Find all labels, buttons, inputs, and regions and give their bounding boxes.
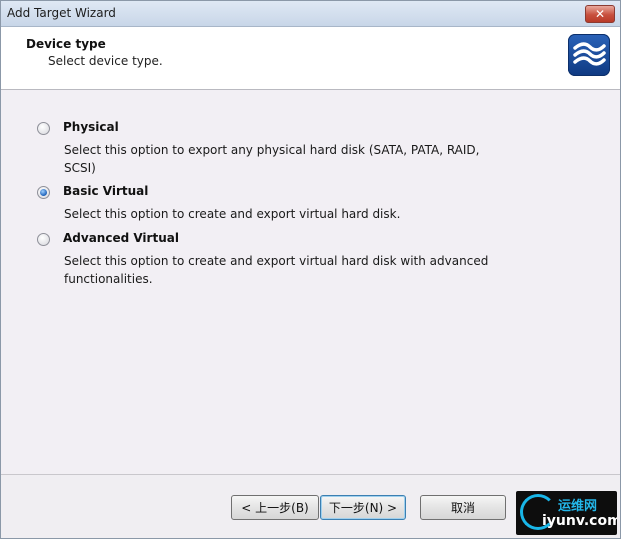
title-bar[interactable]: Add Target Wizard ✕ <box>1 1 620 27</box>
options-panel: Physical Select this option to export an… <box>1 90 620 474</box>
waves-logo-icon <box>568 34 610 76</box>
option-description: Select this option to create and export … <box>64 254 489 286</box>
radio-basic-virtual[interactable] <box>37 186 50 199</box>
page-title: Device type <box>26 37 106 51</box>
option-description: Select this option to create and export … <box>64 207 401 221</box>
option-label[interactable]: Physical <box>63 120 119 134</box>
back-button[interactable]: < 上一步(B) <box>231 495 319 520</box>
watermark-en-text: iyunv.com <box>542 513 617 529</box>
watermark-cn-text: 运维网 <box>558 499 598 514</box>
close-icon: ✕ <box>594 7 606 21</box>
close-button[interactable]: ✕ <box>585 5 615 23</box>
option-description: Select this option to export any physica… <box>64 143 480 175</box>
cancel-button[interactable]: 取消 <box>420 495 506 520</box>
option-label[interactable]: Basic Virtual <box>63 184 148 198</box>
wizard-header: Device type Select device type. <box>1 27 620 90</box>
next-button[interactable]: 下一步(N) > <box>320 495 406 520</box>
window-title: Add Target Wizard <box>7 6 116 20</box>
radio-advanced-virtual[interactable] <box>37 233 50 246</box>
option-label[interactable]: Advanced Virtual <box>63 231 179 245</box>
watermark-logo: 运维网 iyunv.com <box>516 491 617 535</box>
radio-physical[interactable] <box>37 122 50 135</box>
wizard-window: Add Target Wizard ✕ Device type Select d… <box>0 0 621 539</box>
page-subtitle: Select device type. <box>48 54 163 68</box>
